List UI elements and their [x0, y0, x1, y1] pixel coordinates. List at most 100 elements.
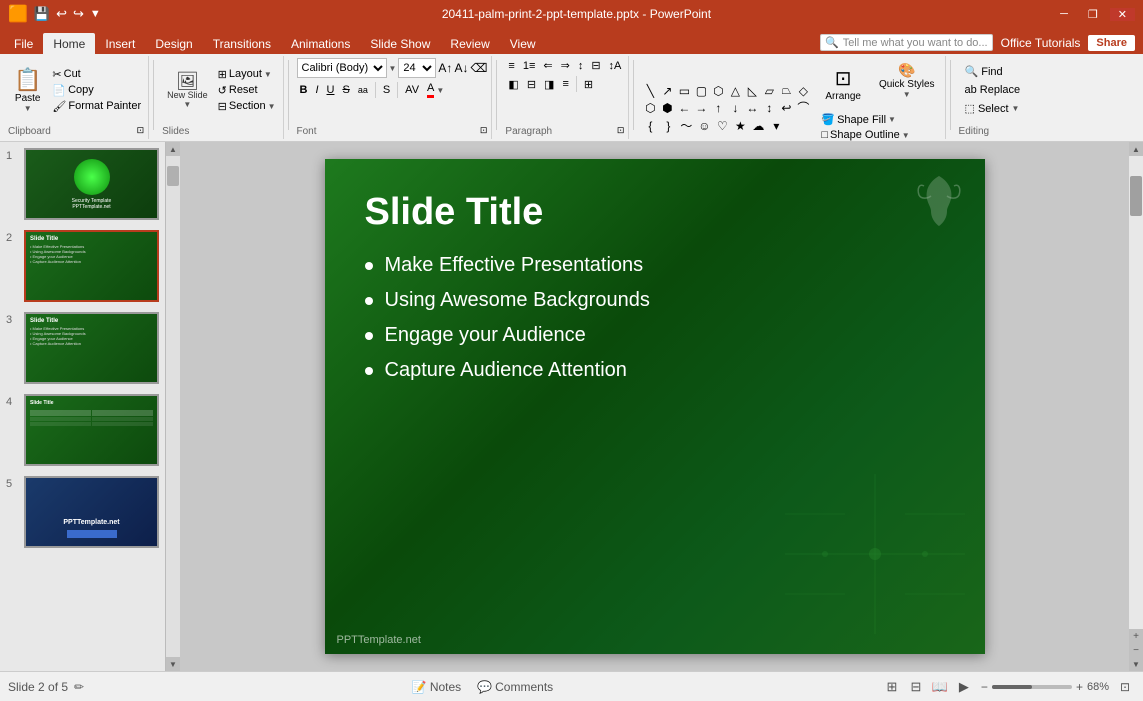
small-caps-button[interactable]: aa	[355, 84, 371, 96]
shape-trap[interactable]: ⏢	[778, 83, 794, 99]
align-left-button[interactable]: ◧	[505, 77, 521, 92]
slide-thumb-3[interactable]: 3 Slide Title • Make Effective Presentat…	[4, 310, 161, 386]
shape-rect[interactable]: ▭	[676, 83, 692, 99]
reset-button[interactable]: ↺ Reset	[215, 83, 279, 98]
underline-button[interactable]: U	[324, 83, 338, 97]
shape-brace2[interactable]: }	[660, 118, 676, 134]
shape-curve[interactable]: ⌒	[795, 100, 811, 116]
fit-slide-button[interactable]: ⊡	[1115, 677, 1135, 697]
tab-design[interactable]: Design	[145, 33, 202, 54]
numbered-list-button[interactable]: 1≡	[520, 59, 539, 73]
zoom-slider[interactable]	[992, 685, 1072, 689]
font-color-button[interactable]: A ▼	[424, 81, 447, 99]
zoom-in-button[interactable]: +	[1076, 680, 1083, 694]
text-direction-button[interactable]: ↕A	[606, 59, 625, 73]
find-button[interactable]: 🔍 Find	[959, 63, 1027, 80]
slide-thumb-5[interactable]: 5 PPTTemplate.net	[4, 474, 161, 550]
font-expand-icon[interactable]: ⊡	[480, 125, 488, 136]
shape-smile[interactable]: ☺	[696, 118, 712, 134]
justify-button[interactable]: ≡	[559, 77, 571, 91]
shape-line[interactable]: ╲	[642, 83, 658, 99]
font-shadow-button[interactable]: S	[380, 83, 393, 97]
shape-heart[interactable]: ♡	[714, 118, 730, 134]
format-painter-button[interactable]: 🖌 Format Painter	[49, 99, 144, 114]
slide-sorter-button[interactable]: ⊟	[905, 676, 927, 698]
shape-udarrow[interactable]: ↕	[761, 100, 777, 116]
font-family-select[interactable]: Calibri (Body)	[297, 58, 387, 78]
slide-img-2[interactable]: Slide Title • Make Effective Presentatio…	[24, 230, 159, 302]
tab-home[interactable]: Home	[43, 33, 95, 54]
right-scroll-zoom-out[interactable]: −	[1129, 643, 1143, 657]
line-spacing-button[interactable]: ↕	[575, 59, 587, 73]
slide-img-3[interactable]: Slide Title • Make Effective Presentatio…	[24, 312, 159, 384]
tab-insert[interactable]: Insert	[95, 33, 145, 54]
font-increase-icon[interactable]: A↑	[438, 61, 452, 75]
replace-button[interactable]: ab Replace	[959, 82, 1027, 98]
arrange-button[interactable]: ⊡ Arrange	[817, 58, 869, 110]
notes-button[interactable]: 📝 Notes	[406, 678, 467, 696]
tab-review[interactable]: Review	[440, 33, 499, 54]
close-button[interactable]: ✕	[1110, 8, 1135, 21]
right-scroll-thumb[interactable]	[1130, 176, 1142, 216]
smart-art-button[interactable]: ⊞	[581, 77, 596, 92]
shape-arrow[interactable]: ↗	[659, 83, 675, 99]
search-box[interactable]: 🔍 Tell me what you want to do...	[820, 34, 993, 51]
shape-diamond[interactable]: ◇	[795, 83, 811, 99]
slide-img-1[interactable]: Security TemplatePPTTemplate.net	[24, 148, 159, 220]
right-scroll-up[interactable]: ▲	[1129, 142, 1143, 156]
bold-button[interactable]: B	[297, 83, 311, 97]
font-decrease-icon[interactable]: A↓	[454, 61, 468, 75]
shape-star[interactable]: ★	[732, 118, 748, 134]
italic-button[interactable]: I	[312, 83, 321, 97]
layout-button[interactable]: ⊞ Layout ▼	[215, 67, 279, 82]
shape-cloud[interactable]: ☁	[750, 118, 766, 134]
clipboard-expand-icon[interactable]: ⊡	[137, 125, 145, 136]
office-tutorials-link[interactable]: Office Tutorials	[1001, 36, 1081, 50]
shape-snip[interactable]: ⬡	[710, 83, 726, 99]
shape-outline-button[interactable]: □ Shape Outline ▼	[817, 128, 940, 142]
shape-para[interactable]: ▱	[761, 83, 777, 99]
decrease-indent-button[interactable]: ⇐	[540, 58, 555, 73]
font-size-select[interactable]: 24	[398, 58, 436, 78]
panel-scroll-up[interactable]: ▲	[166, 142, 180, 156]
paragraph-expand-icon[interactable]: ⊡	[617, 125, 625, 136]
normal-view-button[interactable]: ⊞	[881, 676, 903, 698]
new-slide-button[interactable]: 🖼 New Slide ▼	[162, 64, 213, 116]
select-button[interactable]: ⬚ Select ▼	[959, 100, 1027, 117]
clear-format-icon[interactable]: ⌫	[470, 61, 487, 75]
cut-button[interactable]: ✂ Cut	[49, 67, 144, 82]
shape-tri[interactable]: △	[727, 83, 743, 99]
share-button[interactable]: Share	[1088, 35, 1135, 51]
panel-scroll-thumb[interactable]	[167, 166, 179, 186]
undo-button[interactable]: ↩	[56, 6, 67, 22]
shape-rrect[interactable]: ▢	[693, 83, 709, 99]
customize-icon[interactable]: ▼	[90, 8, 101, 20]
shape-bend[interactable]: ↩	[778, 100, 794, 116]
save-button[interactable]: 💾	[34, 6, 50, 22]
align-center-button[interactable]: ⊟	[524, 77, 539, 92]
shape-brace1[interactable]: {	[642, 118, 658, 134]
tab-transitions[interactable]: Transitions	[203, 33, 281, 54]
shape-more[interactable]: ▾	[768, 118, 784, 134]
right-scroll-down[interactable]: ▼	[1129, 657, 1143, 671]
shape-oct[interactable]: ⬢	[659, 100, 675, 116]
main-slide[interactable]: Slide Title Make Effective Presentations…	[325, 159, 985, 654]
paste-button[interactable]: 📋 Paste ▼	[8, 63, 47, 117]
slide-thumb-4[interactable]: 4 Slide Title	[4, 392, 161, 468]
shape-hex[interactable]: ⬡	[642, 100, 658, 116]
minimize-button[interactable]: ─	[1052, 8, 1076, 20]
shape-wave[interactable]: 〜	[678, 118, 694, 134]
slide-thumb-2[interactable]: 2 Slide Title • Make Effective Presentat…	[4, 228, 161, 304]
comments-button[interactable]: 💬 Comments	[471, 678, 559, 696]
shape-rarrow[interactable]: →	[693, 100, 709, 116]
shape-darrow[interactable]: ↓	[727, 100, 743, 116]
align-right-button[interactable]: ◨	[541, 77, 557, 92]
shape-fill-button[interactable]: 🪣 Shape Fill ▼	[817, 112, 940, 127]
slide-img-5[interactable]: PPTTemplate.net	[24, 476, 159, 548]
right-scroll-zoom-in[interactable]: +	[1129, 629, 1143, 643]
reading-view-button[interactable]: 📖	[929, 676, 951, 698]
shape-larrow[interactable]: ←	[676, 100, 692, 116]
shape-lrarrow[interactable]: ↔	[744, 100, 760, 116]
tab-slideshow[interactable]: Slide Show	[360, 33, 440, 54]
quick-styles-button[interactable]: 🎨 Quick Styles ▼	[873, 58, 941, 110]
